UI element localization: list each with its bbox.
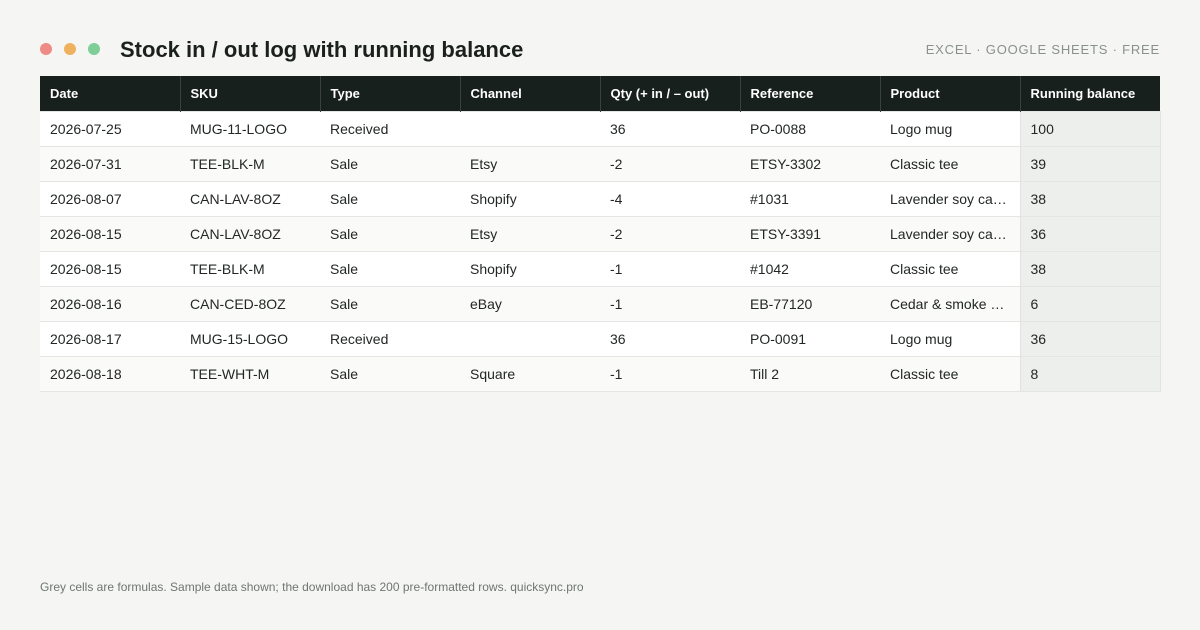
cell-qty[interactable]: -1 [600, 355, 740, 392]
table-row: 2026-07-31 TEE-BLK-M Sale Etsy -2 ETSY-3302 Cl… [40, 145, 1161, 181]
column-header-date[interactable]: Date [40, 76, 180, 111]
cell-type[interactable]: Sale [320, 355, 460, 392]
cell-date[interactable]: 2026-08-07 [40, 180, 180, 216]
cell-running-balance[interactable]: 8 [1019, 355, 1161, 392]
cell-reference[interactable]: PO-0088 [740, 110, 880, 146]
cell-qty[interactable]: -4 [600, 180, 740, 216]
page-header: Stock in / out log with running balance … [40, 36, 1160, 64]
cell-channel[interactable]: Square [460, 355, 600, 392]
cell-reference[interactable]: ETSY-3391 [740, 215, 880, 251]
cell-channel[interactable]: Etsy [460, 215, 600, 251]
cell-reference[interactable]: EB-77120 [740, 285, 880, 321]
cell-running-balance[interactable]: 100 [1019, 110, 1161, 146]
cell-channel[interactable]: Shopify [460, 180, 600, 216]
stock-log-table: Date SKU Type Channel Qty (+ in / – out)… [40, 76, 1161, 392]
table-row: 2026-07-25 MUG-11-LOGO Received 36 PO-0088 Lo… [40, 110, 1161, 146]
cell-sku[interactable]: CAN-CED-8OZ [180, 285, 320, 321]
cell-sku[interactable]: TEE-BLK-M [180, 145, 320, 181]
cell-type[interactable]: Sale [320, 250, 460, 286]
cell-date[interactable]: 2026-08-18 [40, 355, 180, 392]
minimize-dot[interactable] [64, 43, 76, 55]
cell-channel[interactable]: eBay [460, 285, 600, 321]
table-row: 2026-08-18 TEE-WHT-M Sale Square -1 Till 2 Cla… [40, 355, 1161, 392]
cell-reference[interactable]: #1042 [740, 250, 880, 286]
cell-channel[interactable] [460, 110, 600, 146]
cell-date[interactable]: 2026-08-17 [40, 320, 180, 356]
column-header-qty[interactable]: Qty (+ in / – out) [599, 76, 740, 111]
footer-note: Grey cells are formulas. Sample data sho… [40, 580, 584, 594]
cell-running-balance[interactable]: 38 [1019, 250, 1161, 286]
table-body: 2026-07-25 MUG-11-LOGO Received 36 PO-0088 Lo… [40, 110, 1161, 392]
table-row: 2026-08-16 CAN-CED-8OZ Sale eBay -1 EB-77120 C… [40, 285, 1161, 321]
page-title: Stock in / out log with running balance [120, 37, 524, 62]
cell-type[interactable]: Sale [320, 180, 460, 216]
cell-product[interactable]: Classic tee [880, 355, 1020, 392]
column-header-type[interactable]: Type [319, 76, 460, 111]
cell-product[interactable]: Classic tee [880, 145, 1020, 181]
cell-product[interactable]: Lavender soy ca… [880, 215, 1020, 251]
cell-type[interactable]: Received [320, 320, 460, 356]
cell-reference[interactable]: #1031 [740, 180, 880, 216]
cell-qty[interactable]: -2 [600, 145, 740, 181]
cell-product[interactable]: Cedar & smoke … [880, 285, 1020, 321]
cell-sku[interactable]: MUG-15-LOGO [180, 320, 320, 356]
cell-channel[interactable]: Etsy [460, 145, 600, 181]
cell-sku[interactable]: CAN-LAV-8OZ [180, 180, 320, 216]
column-header-reference[interactable]: Reference [739, 76, 880, 111]
cell-product[interactable]: Lavender soy ca… [880, 180, 1020, 216]
cell-product[interactable]: Logo mug [880, 320, 1020, 356]
cell-running-balance[interactable]: 6 [1019, 285, 1161, 321]
cell-channel[interactable] [460, 320, 600, 356]
cell-sku[interactable]: TEE-BLK-M [180, 250, 320, 286]
cell-running-balance[interactable]: 36 [1019, 320, 1161, 356]
column-header-running-balance[interactable]: Running balance [1019, 76, 1160, 111]
cell-reference[interactable]: Till 2 [740, 355, 880, 392]
platform-tagline: EXCEL · GOOGLE SHEETS · FREE [925, 42, 1160, 57]
cell-reference[interactable]: PO-0091 [740, 320, 880, 356]
cell-running-balance[interactable]: 36 [1019, 215, 1161, 251]
header-row: Date SKU Type Channel Qty (+ in / – out)… [40, 76, 1160, 111]
cell-sku[interactable]: CAN-LAV-8OZ [180, 215, 320, 251]
cell-type[interactable]: Sale [320, 215, 460, 251]
cell-channel[interactable]: Shopify [460, 250, 600, 286]
cell-running-balance[interactable]: 38 [1019, 180, 1161, 216]
cell-date[interactable]: 2026-08-15 [40, 215, 180, 251]
maximize-dot[interactable] [88, 43, 100, 55]
cell-sku[interactable]: MUG-11-LOGO [180, 110, 320, 146]
cell-date[interactable]: 2026-07-25 [40, 110, 180, 146]
table-row: 2026-08-15 CAN-LAV-8OZ Sale Etsy -2 ETSY-3391… [40, 215, 1161, 251]
cell-qty[interactable]: 36 [600, 110, 740, 146]
cell-product[interactable]: Logo mug [880, 110, 1020, 146]
window-controls [40, 43, 100, 55]
cell-qty[interactable]: -1 [600, 285, 740, 321]
cell-date[interactable]: 2026-08-15 [40, 250, 180, 286]
column-header-product[interactable]: Product [879, 76, 1020, 111]
table-row: 2026-08-17 MUG-15-LOGO Received 36 PO-0091 Lo… [40, 320, 1161, 356]
cell-running-balance[interactable]: 39 [1019, 145, 1161, 181]
cell-type[interactable]: Received [320, 110, 460, 146]
cell-sku[interactable]: TEE-WHT-M [180, 355, 320, 392]
table-row: 2026-08-07 CAN-LAV-8OZ Sale Shopify -4 #1031 L… [40, 180, 1161, 216]
cell-qty[interactable]: 36 [600, 320, 740, 356]
column-header-sku[interactable]: SKU [179, 76, 320, 111]
cell-date[interactable]: 2026-07-31 [40, 145, 180, 181]
cell-qty[interactable]: -1 [600, 250, 740, 286]
cell-reference[interactable]: ETSY-3302 [740, 145, 880, 181]
cell-type[interactable]: Sale [320, 145, 460, 181]
cell-type[interactable]: Sale [320, 285, 460, 321]
column-header-channel[interactable]: Channel [459, 76, 600, 111]
cell-date[interactable]: 2026-08-16 [40, 285, 180, 321]
cell-qty[interactable]: -2 [600, 215, 740, 251]
cell-product[interactable]: Classic tee [880, 250, 1020, 286]
table-row: 2026-08-15 TEE-BLK-M Sale Shopify -1 #1042 Cla… [40, 250, 1161, 286]
close-dot[interactable] [40, 43, 52, 55]
